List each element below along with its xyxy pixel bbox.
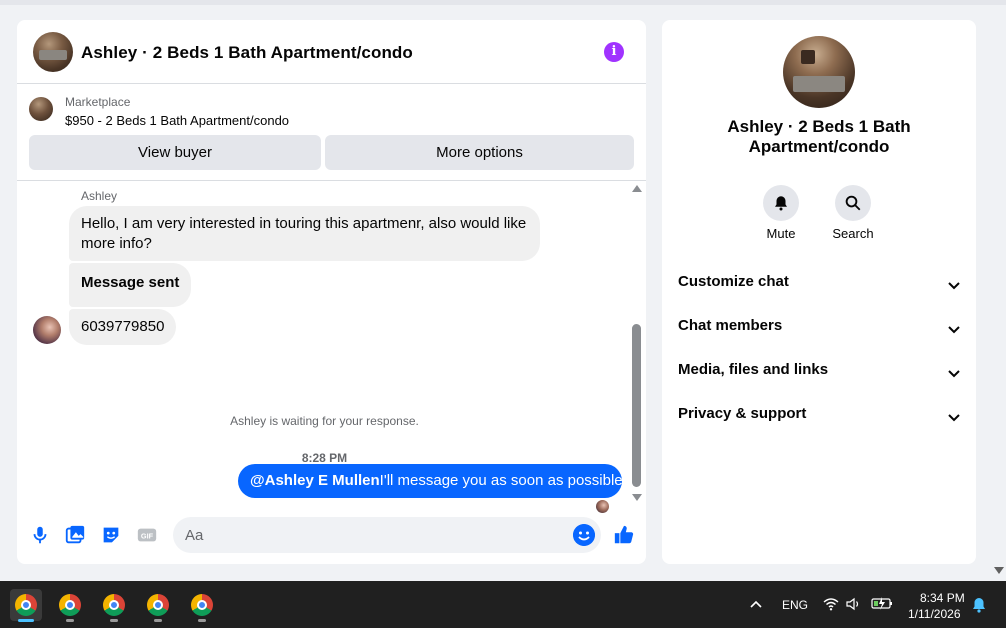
seen-indicator-avatar xyxy=(596,500,609,513)
mute-button[interactable]: Mute xyxy=(751,185,811,241)
message-input[interactable] xyxy=(185,517,565,553)
section-label: Customize chat xyxy=(678,273,789,290)
message-bubble[interactable]: Message sent xyxy=(69,263,192,307)
view-buyer-button[interactable]: View buyer xyxy=(29,135,321,170)
chrome-icon xyxy=(59,594,81,616)
battery-charging-icon[interactable] xyxy=(871,596,893,610)
clock-time[interactable]: 8:34 PM xyxy=(920,591,965,605)
chat-header: Ashley · 2 Beds 1 Bath Apartment/condo i xyxy=(17,20,646,84)
volume-icon[interactable] xyxy=(846,597,862,611)
conversation-avatar[interactable] xyxy=(33,32,73,72)
chevron-up-icon[interactable] xyxy=(749,598,763,610)
outgoing-message-text: I'll message you as soon as possible xyxy=(379,472,623,489)
chrome-icon xyxy=(147,594,169,616)
section-label: Chat members xyxy=(678,317,783,334)
conversation-info-panel: Ashley · 2 Beds 1 Bath Apartment/condo M… xyxy=(662,20,976,564)
message-input-box[interactable] xyxy=(173,517,601,553)
chevron-down-icon xyxy=(948,414,960,422)
running-indicator xyxy=(66,619,74,622)
taskbar-chrome-app[interactable] xyxy=(186,589,218,622)
chevron-down-icon xyxy=(948,282,960,290)
chat-title[interactable]: Ashley · 2 Beds 1 Bath Apartment/condo xyxy=(81,43,413,63)
thumbs-up-icon[interactable] xyxy=(613,524,635,546)
section-customize-chat[interactable]: Customize chat xyxy=(678,273,962,297)
info-icon[interactable]: i xyxy=(604,42,624,62)
notification-bell-icon[interactable] xyxy=(972,597,986,613)
composer: GIF xyxy=(17,514,646,558)
top-edge xyxy=(0,0,1006,5)
sender-name: Ashley xyxy=(81,189,118,203)
listing-thumbnail[interactable] xyxy=(29,97,53,121)
scroll-down-arrow-icon[interactable] xyxy=(632,494,642,501)
chevron-down-icon xyxy=(948,326,960,334)
mute-label: Mute xyxy=(766,226,796,241)
more-options-button[interactable]: More options xyxy=(325,135,634,170)
bell-icon[interactable] xyxy=(763,185,799,221)
running-indicator xyxy=(198,619,206,622)
clock-date[interactable]: 1/11/2026 xyxy=(908,607,961,621)
section-media-files-links[interactable]: Media, files and links xyxy=(678,361,962,385)
outgoing-message-bubble[interactable]: @Ashley E MullenI'll message you as soon… xyxy=(238,464,623,498)
scroll-up-arrow-icon[interactable] xyxy=(632,185,642,192)
taskbar-chrome-app[interactable] xyxy=(98,589,130,622)
photo-icon[interactable] xyxy=(64,524,86,546)
listing-title[interactable]: $950 - 2 Beds 1 Bath Apartment/condo xyxy=(65,113,289,128)
chrome-icon xyxy=(15,594,37,616)
language-indicator[interactable]: ENG xyxy=(782,598,808,612)
sender-avatar[interactable] xyxy=(33,316,61,344)
taskbar-chrome-app[interactable] xyxy=(10,589,42,622)
conversation-avatar-large[interactable] xyxy=(783,36,855,108)
message-bubble[interactable]: 6039779850 xyxy=(69,309,177,345)
sticker-icon[interactable] xyxy=(100,524,122,546)
search-button[interactable]: Search xyxy=(823,185,883,241)
gif-icon[interactable]: GIF xyxy=(136,524,158,546)
svg-text:GIF: GIF xyxy=(141,532,154,541)
search-label: Search xyxy=(832,226,874,241)
waiting-notice: Ashley is waiting for your response. xyxy=(230,414,419,428)
taskbar-chrome-app[interactable] xyxy=(54,589,86,622)
section-label: Privacy & support xyxy=(678,405,807,422)
panel-title: Ashley · 2 Beds 1 Bath Apartment/condo xyxy=(727,117,911,156)
mention[interactable]: @Ashley E Mullen xyxy=(250,472,380,489)
chat-panel: Ashley · 2 Beds 1 Bath Apartment/condo i… xyxy=(17,20,646,564)
message-timestamp: 8:28 PM xyxy=(301,451,348,465)
scroll-thumb[interactable] xyxy=(632,324,641,487)
section-privacy-support[interactable]: Privacy & support xyxy=(678,405,962,429)
message-bubble[interactable]: Hello, I am very interested in touring t… xyxy=(69,206,540,261)
section-chat-members[interactable]: Chat members xyxy=(678,317,962,341)
marketplace-bar: Marketplace $950 - 2 Beds 1 Bath Apartme… xyxy=(17,85,646,181)
microphone-icon[interactable] xyxy=(29,524,51,546)
chrome-icon xyxy=(191,594,213,616)
emoji-icon[interactable] xyxy=(573,524,595,546)
wifi-icon[interactable] xyxy=(823,597,839,611)
running-indicator xyxy=(154,619,162,622)
taskbar-chrome-app[interactable] xyxy=(142,589,174,622)
chrome-icon xyxy=(103,594,125,616)
message-scrollbar[interactable] xyxy=(631,182,643,508)
message-list: Ashley Hello, I am very interested in to… xyxy=(17,182,646,513)
running-indicator xyxy=(18,619,34,622)
running-indicator xyxy=(110,619,118,622)
chevron-down-icon xyxy=(948,370,960,378)
section-label: Media, files and links xyxy=(678,361,829,378)
search-icon[interactable] xyxy=(835,185,871,221)
taskbar: ENG 8:34 PM 1/11/2026 xyxy=(0,581,1006,628)
marketplace-label: Marketplace xyxy=(65,95,131,109)
page-scroll-down-arrow-icon[interactable] xyxy=(994,567,1004,574)
